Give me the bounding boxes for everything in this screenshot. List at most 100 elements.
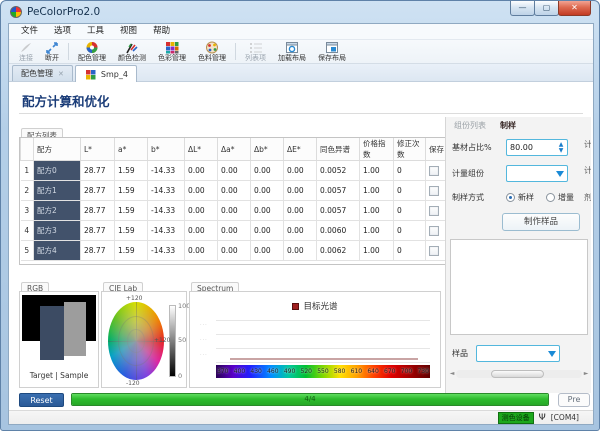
cell-a: 1.59	[115, 201, 148, 221]
toolbar-button-10[interactable]: 保存布局	[312, 40, 352, 63]
clipped-label-fragment: 计	[584, 139, 591, 150]
toolbar-button-label: 颜色检测	[118, 53, 146, 63]
document-tabstrip: 配色管理✕Smp_4	[9, 64, 593, 82]
radio-button-icon[interactable]	[546, 193, 555, 202]
toolbar-button-5[interactable]: 色彩管理	[152, 40, 192, 63]
toolbar-button-8: 列表项	[239, 40, 272, 63]
table-row[interactable]: 4配方328.771.59-14.330.000.000.000.000.006…	[21, 221, 448, 241]
usb-icon: Ψ	[539, 413, 546, 423]
formula-name-cell[interactable]: 配方1	[34, 181, 81, 201]
cell-da: 0.00	[218, 181, 251, 201]
cell-a: 1.59	[115, 241, 148, 261]
toolbar: 连接断开配色管理颜色检测色彩管理色料管理列表项加载布局保存布局	[9, 40, 593, 64]
save-checkbox[interactable]	[429, 246, 439, 256]
cell-dL: 0.00	[185, 241, 218, 261]
component-dropdown[interactable]	[506, 165, 568, 182]
formula-table-header: 配方L*a*b*ΔL*Δa*Δb*ΔE*同色异谱价格指数修正次数保存	[21, 138, 448, 161]
legend-label: 目标光谱	[303, 300, 337, 312]
scroll-left-icon[interactable]: ◄	[448, 370, 456, 377]
cell-save	[426, 241, 448, 261]
radio-button-icon[interactable]	[506, 193, 515, 202]
method-radio-option-1[interactable]: 增量	[546, 192, 574, 203]
right-panel-tab-1[interactable]: 制样	[500, 120, 516, 131]
right-panel-tab-0[interactable]: 组份列表	[454, 120, 486, 131]
base-ratio-input[interactable]	[507, 143, 555, 152]
app-logo-icon	[10, 6, 22, 18]
save-checkbox[interactable]	[429, 166, 439, 176]
save-checkbox[interactable]	[429, 206, 439, 216]
load-layout-icon	[285, 41, 299, 53]
formula-name-cell[interactable]: 配方3	[34, 221, 81, 241]
method-radio-option-0[interactable]: 新样	[506, 192, 534, 203]
wavelength-tick: 640	[367, 368, 378, 375]
horizontal-scrollbar[interactable]: ◄ ►	[448, 369, 590, 378]
sample-dropdown[interactable]	[476, 345, 560, 362]
menu-item-4[interactable]: 帮助	[145, 24, 178, 39]
table-row[interactable]: 3配方228.771.59-14.330.000.000.000.000.005…	[21, 201, 448, 221]
wavelength-tick: 520	[301, 368, 312, 375]
toolbar-separator	[235, 43, 236, 60]
menu-item-1[interactable]: 选项	[46, 24, 79, 39]
right-panel-tabs: 组份列表 制样	[454, 120, 516, 131]
radio-label: 增量	[558, 192, 574, 203]
cell-db: 0.00	[251, 161, 284, 181]
cell-price: 1.00	[360, 201, 394, 221]
reset-button[interactable]: Reset	[19, 393, 64, 407]
list-icon	[249, 41, 263, 53]
toolbar-button-3[interactable]: 配色管理	[72, 40, 112, 63]
progress-bar: 4/4	[71, 393, 549, 406]
toolbar-button-6[interactable]: 色料管理	[192, 40, 232, 63]
wavelength-tick: 700	[401, 368, 412, 375]
cell-dL: 0.00	[185, 181, 218, 201]
cell-a: 1.59	[115, 161, 148, 181]
toolbar-button-9[interactable]: 加载布局	[272, 40, 312, 63]
table-row[interactable]: 2配方128.771.59-14.330.000.000.000.000.005…	[21, 181, 448, 201]
scrollbar-track[interactable]	[456, 370, 582, 378]
radio-label: 新样	[518, 192, 534, 203]
cell-corrections: 0	[394, 201, 426, 221]
menu-item-2[interactable]: 工具	[79, 24, 112, 39]
component-listbox[interactable]	[450, 239, 588, 335]
toolbar-button-1[interactable]: 断开	[39, 40, 65, 63]
legend-swatch-icon	[292, 303, 299, 310]
cell-price: 1.00	[360, 221, 394, 241]
scroll-right-icon[interactable]: ►	[582, 370, 590, 377]
table-row[interactable]: 1配方028.771.59-14.330.000.000.000.000.005…	[21, 161, 448, 181]
formula-name-cell[interactable]: 配方0	[34, 161, 81, 181]
scrollbar-thumb[interactable]	[491, 370, 544, 378]
column-header: a*	[115, 138, 148, 161]
device-status-badge: 测色设备	[498, 412, 534, 424]
menu-item-3[interactable]: 视图	[112, 24, 145, 39]
minimize-button[interactable]: —	[510, 1, 535, 16]
formula-name-cell[interactable]: 配方4	[34, 241, 81, 261]
color-detect-icon	[125, 41, 139, 53]
maximize-button[interactable]: ▢	[534, 1, 559, 16]
lightness-tick: 50	[178, 336, 186, 344]
make-sample-button[interactable]: 制作样品	[502, 213, 580, 231]
close-tab-icon[interactable]: ✕	[58, 70, 64, 78]
menu-item-0[interactable]: 文件	[13, 24, 46, 39]
row-number: 4	[21, 221, 34, 241]
save-checkbox[interactable]	[429, 186, 439, 196]
lightness-tick: 0	[178, 372, 182, 380]
table-row[interactable]: 5配方428.771.59-14.330.000.000.000.000.006…	[21, 241, 448, 261]
column-header: Δb*	[251, 138, 284, 161]
close-button[interactable]: ✕	[558, 1, 591, 16]
clipped-label-fragment: 剂	[584, 192, 591, 203]
pre-button[interactable]: Pre	[558, 393, 590, 407]
doc-tab-1[interactable]: Smp_4	[75, 65, 137, 82]
base-ratio-label: 基材占比%	[452, 142, 506, 153]
toolbar-button-label: 配色管理	[78, 53, 106, 63]
doc-tab-0[interactable]: 配色管理✕	[12, 65, 73, 81]
toolbar-separator	[68, 43, 69, 60]
clipped-label-fragment: 计	[584, 165, 591, 176]
com-port-label: [COM4]	[551, 413, 579, 422]
base-ratio-spinner[interactable]: ▲▼	[506, 139, 568, 156]
toolbar-button-4[interactable]: 颜色检测	[112, 40, 152, 63]
formula-name-cell[interactable]: 配方2	[34, 201, 81, 221]
wavelength-tick: 460	[267, 368, 278, 375]
toolbar-button-label: 色料管理	[198, 53, 226, 63]
cell-price: 1.00	[360, 241, 394, 261]
save-checkbox[interactable]	[429, 226, 439, 236]
spinner-arrows-icon[interactable]: ▲▼	[555, 142, 567, 154]
